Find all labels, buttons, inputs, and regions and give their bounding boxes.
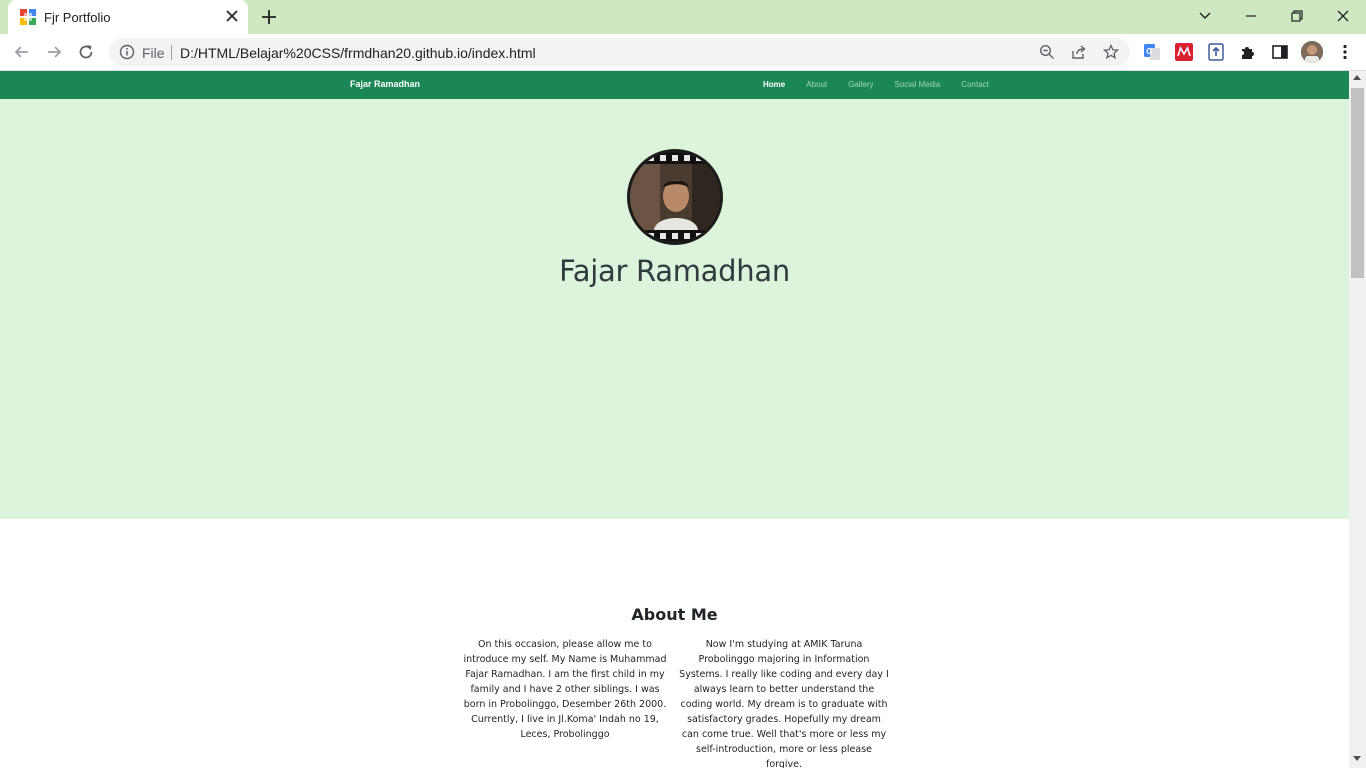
zoom-out-icon[interactable] — [1039, 44, 1055, 60]
google-sites-favicon-icon — [20, 9, 36, 25]
chevron-down-icon[interactable] — [1195, 6, 1215, 26]
info-icon[interactable] — [119, 44, 135, 60]
star-icon[interactable] — [1103, 44, 1119, 60]
address-bar[interactable]: File D:/HTML/Belajar%20CSS/frmdhan20.git… — [109, 38, 1130, 66]
hero-name: Fajar Ramadhan — [559, 254, 790, 288]
nav-link-home[interactable]: Home — [763, 80, 785, 89]
puzzle-icon[interactable] — [1239, 43, 1257, 61]
portrait-image — [630, 152, 720, 242]
browser-tab[interactable]: Fjr Portfolio — [8, 0, 248, 34]
nav-link-social-media[interactable]: Social Media — [894, 80, 940, 89]
google-translate-icon[interactable]: G — [1143, 43, 1161, 61]
about-text-left: On this occasion, please allow me to int… — [463, 639, 667, 740]
about-title: About Me — [631, 605, 718, 624]
profile-avatar[interactable] — [1301, 41, 1323, 63]
scheme-label: File — [142, 45, 165, 61]
browser-toolbar: File D:/HTML/Belajar%20CSS/frmdhan20.git… — [0, 34, 1366, 71]
site-navbar: Fajar Ramadhan Home About Gallery Social… — [0, 71, 1349, 99]
plus-icon[interactable] — [260, 8, 278, 26]
share-icon[interactable] — [1071, 44, 1087, 60]
close-window-icon[interactable] — [1333, 6, 1353, 26]
nav-link-gallery[interactable]: Gallery — [848, 80, 873, 89]
svg-text:G: G — [1146, 47, 1152, 56]
kebab-menu-icon[interactable] — [1336, 43, 1354, 61]
scrollbar-thumb[interactable] — [1351, 88, 1364, 278]
reload-icon[interactable] — [76, 42, 96, 62]
upload-icon[interactable] — [1207, 43, 1225, 61]
about-text-right: Now I'm studying at AMIK Taruna Probolin… — [679, 639, 889, 768]
tab-strip: Fjr Portfolio — [0, 0, 1366, 34]
nav-links: Home About Gallery Social Media Contact — [763, 80, 1010, 89]
forward-arrow-icon[interactable] — [44, 42, 64, 62]
profile-photo — [627, 149, 723, 245]
nav-link-about[interactable]: About — [806, 80, 827, 89]
mendeley-icon[interactable] — [1175, 43, 1193, 61]
page-scrollbar[interactable] — [1349, 71, 1366, 768]
minimize-icon[interactable] — [1241, 6, 1261, 26]
url-text[interactable]: D:/HTML/Belajar%20CSS/frmdhan20.github.i… — [180, 45, 536, 61]
site-brand[interactable]: Fajar Ramadhan — [350, 79, 420, 89]
hero-wave-divider — [0, 301, 1349, 481]
scroll-up-icon[interactable] — [1353, 75, 1361, 80]
back-arrow-icon[interactable] — [12, 42, 32, 62]
close-icon[interactable] — [224, 8, 240, 24]
scroll-down-icon[interactable] — [1353, 756, 1361, 761]
tab-title: Fjr Portfolio — [44, 10, 111, 25]
page-viewport: Fajar Ramadhan Home About Gallery Social… — [0, 71, 1349, 768]
profile-photo-icon — [1301, 41, 1323, 63]
nav-link-contact[interactable]: Contact — [961, 80, 989, 89]
omnibox-separator — [171, 45, 172, 60]
side-panel-icon[interactable] — [1271, 43, 1289, 61]
restore-icon[interactable] — [1287, 6, 1307, 26]
